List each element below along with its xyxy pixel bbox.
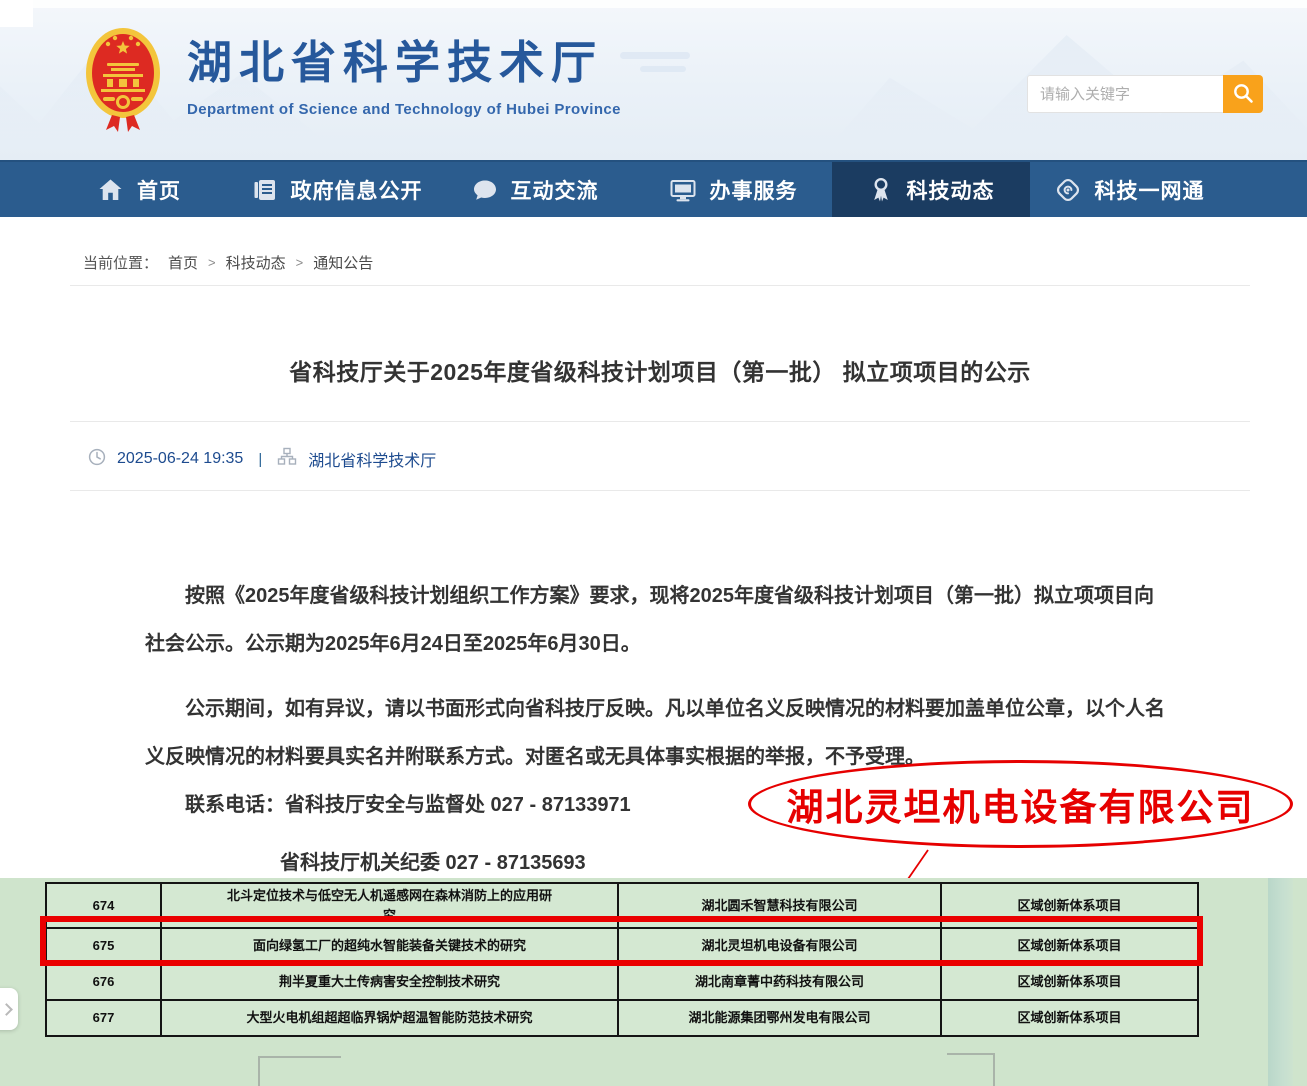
- site-brand: 湖北省科学技术厅 Department of Science and Techn…: [84, 27, 621, 133]
- project-table-section: 674北斗定位技术与低空无人机遥感网在森林消防上的应用研究湖北圆禾智慧科技有限公…: [0, 878, 1307, 1086]
- cell-project-title: 北斗定位技术与低空无人机遥感网在森林消防上的应用研究: [161, 883, 618, 928]
- table-row: 675面向绿氢工厂的超纯水智能装备关键技术的研究湖北灵坦机电设备有限公司区域创新…: [46, 928, 1198, 964]
- breadcrumb-link-2[interactable]: 科技动态: [226, 252, 286, 273]
- table-row: 677大型火电机组超超临界锅炉超温智能防范技术研究湖北能源集团鄂州发电有限公司区…: [46, 1000, 1198, 1036]
- breadcrumb-separator: >: [296, 255, 304, 270]
- cell-number: 677: [46, 1000, 161, 1036]
- divider: [70, 421, 1250, 422]
- search-icon: [1231, 81, 1255, 108]
- site-subtitle: Department of Science and Technology of …: [187, 101, 621, 118]
- cell-category: 区域创新体系项目: [941, 928, 1198, 964]
- company-callout-text: 湖北灵坦机电设备有限公司: [787, 777, 1255, 831]
- nav-item-2[interactable]: 政府信息公开: [238, 162, 436, 217]
- article-source[interactable]: 湖北省科学技术厅: [308, 447, 436, 471]
- cell-number: 675: [46, 928, 161, 964]
- nav-item-3[interactable]: 互动交流: [436, 162, 634, 217]
- cell-category: 区域创新体系项目: [941, 964, 1198, 1000]
- cell-number: 674: [46, 883, 161, 928]
- search-bar: [1027, 75, 1263, 113]
- nav-item-1[interactable]: 首页: [40, 162, 238, 217]
- corner-mark: [947, 1053, 995, 1086]
- search-input[interactable]: [1027, 75, 1223, 113]
- table-row: 676荆半夏重大土传病害安全控制技术研究湖北南章菁中药科技有限公司区域创新体系项…: [46, 964, 1198, 1000]
- breadcrumb-separator: >: [208, 255, 216, 270]
- source-icon: [277, 447, 297, 471]
- breadcrumb-link-1[interactable]: 首页: [168, 252, 198, 273]
- nav-item-6[interactable]: 科技一网通: [1030, 162, 1228, 217]
- nav-item-5[interactable]: 科技动态: [832, 162, 1030, 217]
- cell-project-title: 荆半夏重大土传病害安全控制技术研究: [161, 964, 618, 1000]
- cell-project-title: 面向绿氢工厂的超纯水智能装备关键技术的研究: [161, 928, 618, 964]
- nav-item-label: 政府信息公开: [291, 175, 423, 205]
- page: 湖北省科学技术厅 Department of Science and Techn…: [0, 0, 1307, 1086]
- nav-item-label: 科技动态: [907, 175, 995, 205]
- header-cloud-decoration: [640, 66, 686, 72]
- company-callout-oval: 湖北灵坦机电设备有限公司: [748, 760, 1293, 848]
- scrollbar-track[interactable]: [1268, 878, 1293, 1086]
- divider: [70, 285, 1250, 286]
- header-cloud-decoration: [620, 52, 690, 59]
- home-icon: [97, 177, 124, 203]
- project-table: 674北斗定位技术与低空无人机遥感网在森林消防上的应用研究湖北圆禾智慧科技有限公…: [45, 882, 1199, 1037]
- breadcrumb-label: 当前位置：: [83, 252, 158, 273]
- gov-info-icon: [252, 177, 278, 203]
- search-button[interactable]: [1223, 75, 1263, 113]
- breadcrumb-link-3[interactable]: 通知公告: [313, 252, 373, 273]
- header-corner-patch: [0, 0, 33, 27]
- header-top-strip: [0, 0, 1307, 8]
- nav-item-label: 办事服务: [710, 175, 798, 205]
- site-title: 湖北省科学技术厅: [187, 39, 621, 89]
- cell-company: 湖北灵坦机电设备有限公司: [618, 928, 941, 964]
- cell-company: 湖北南章菁中药科技有限公司: [618, 964, 941, 1000]
- article-date: 2025-06-24 19:35: [117, 450, 243, 468]
- corner-mark: [258, 1056, 341, 1086]
- project-table-body: 674北斗定位技术与低空无人机遥感网在森林消防上的应用研究湖北圆禾智慧科技有限公…: [46, 883, 1198, 1036]
- cell-company: 湖北能源集团鄂州发电有限公司: [618, 1000, 941, 1036]
- nav-item-4[interactable]: 办事服务: [634, 162, 832, 217]
- nav-item-label: 互动交流: [511, 175, 599, 205]
- article-meta: 2025-06-24 19:35 | 湖北省科学技术厅: [88, 447, 436, 471]
- cell-number: 676: [46, 964, 161, 1000]
- main-nav: 首页 政府信息公开 互动交流 办事服务 科技动态 科技一网通: [0, 160, 1307, 217]
- monitor-icon: [669, 177, 697, 203]
- network-icon: [1054, 176, 1082, 204]
- national-emblem-logo: [84, 27, 162, 133]
- cell-category: 区域创新体系项目: [941, 1000, 1198, 1036]
- cell-project-title: 大型火电机组超超临界锅炉超温智能防范技术研究: [161, 1000, 618, 1036]
- site-header: 湖北省科学技术厅 Department of Science and Techn…: [0, 0, 1307, 160]
- cell-company: 湖北圆禾智慧科技有限公司: [618, 883, 941, 928]
- float-button[interactable]: [0, 988, 18, 1030]
- chat-icon: [472, 177, 498, 203]
- nav-item-label: 科技一网通: [1095, 175, 1205, 205]
- nav-item-label: 首页: [137, 175, 181, 205]
- divider: [70, 490, 1250, 491]
- meta-separator: |: [254, 451, 266, 468]
- breadcrumb: 当前位置： 首页 > 科技动态 > 通知公告: [83, 252, 373, 273]
- table-row: 674北斗定位技术与低空无人机遥感网在森林消防上的应用研究湖北圆禾智慧科技有限公…: [46, 883, 1198, 928]
- breadcrumb-items: 首页 > 科技动态 > 通知公告: [168, 252, 373, 273]
- cell-category: 区域创新体系项目: [941, 883, 1198, 928]
- article-title: 省科技厅关于2025年度省级科技计划项目（第一批） 拟立项项目的公示: [70, 353, 1250, 387]
- brand-text: 湖北省科学技术厅 Department of Science and Techn…: [187, 27, 621, 118]
- article-paragraph: 按照《2025年度省级科技计划组织工作方案》要求，现将2025年度省级科技计划项…: [145, 572, 1167, 668]
- award-icon: [868, 176, 894, 203]
- clock-icon: [88, 448, 106, 471]
